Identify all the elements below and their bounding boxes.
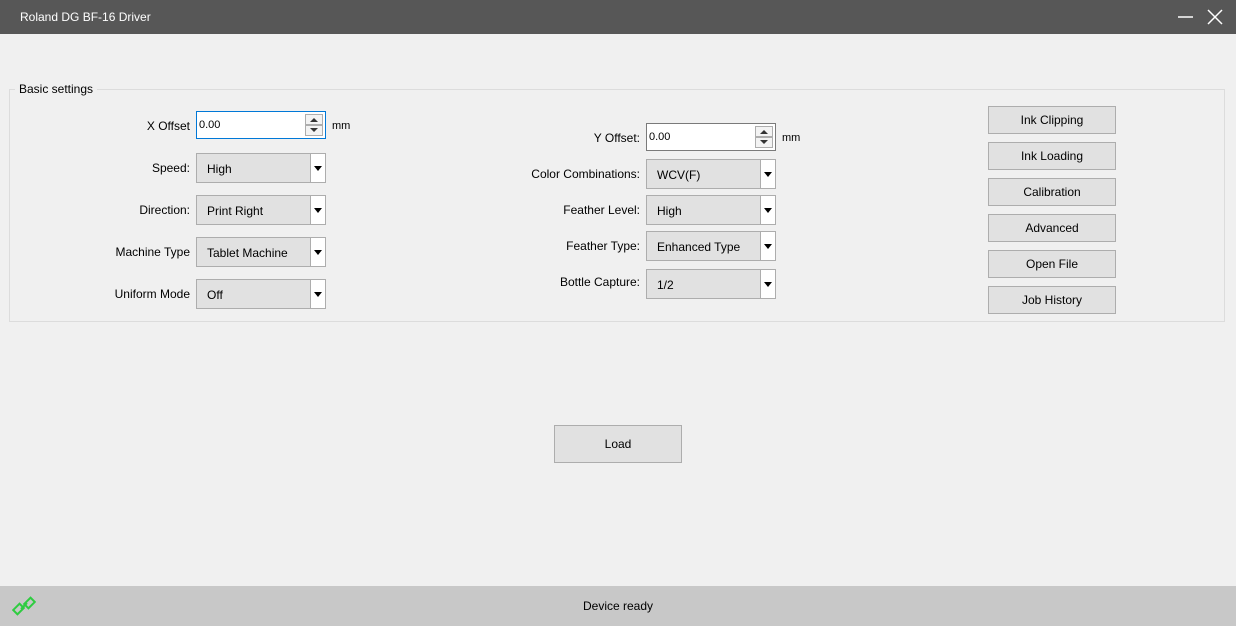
y-offset-unit: mm xyxy=(782,132,801,144)
x-offset-up-button[interactable] xyxy=(305,114,323,125)
arrow-down-icon xyxy=(760,140,768,144)
speed-label: Speed: xyxy=(151,161,190,175)
window-title: Roland DG BF-16 Driver xyxy=(20,10,151,24)
close-button[interactable] xyxy=(1202,4,1228,30)
feather-level-value: High xyxy=(657,204,682,218)
arrow-down-icon xyxy=(310,128,318,132)
chevron-down-icon xyxy=(764,208,772,213)
minimize-button[interactable] xyxy=(1172,4,1198,30)
open-file-button[interactable]: Open File xyxy=(988,250,1116,278)
status-bar: Device ready xyxy=(0,586,1236,626)
y-offset-down-button[interactable] xyxy=(755,137,773,148)
ink-clipping-button[interactable]: Ink Clipping xyxy=(988,106,1116,134)
feather-type-label: Feather Type: xyxy=(566,239,640,253)
uniform-mode-label: Uniform Mode xyxy=(114,287,190,301)
uniform-mode-dropdown[interactable]: Off xyxy=(196,279,326,309)
color-combinations-value: WCV(F) xyxy=(657,168,701,182)
ink-loading-button[interactable]: Ink Loading xyxy=(988,142,1116,170)
job-history-button[interactable]: Job History xyxy=(988,286,1116,314)
speed-value: High xyxy=(207,162,232,176)
bottle-capture-dropdown[interactable]: 1/2 xyxy=(646,269,776,299)
chevron-down-icon xyxy=(314,208,322,213)
link-icon xyxy=(12,596,36,616)
color-combinations-label: Color Combinations: xyxy=(531,167,640,181)
machine-type-dropdown[interactable]: Tablet Machine xyxy=(196,237,326,267)
machine-type-label: Machine Type xyxy=(115,245,191,259)
arrow-up-icon xyxy=(760,130,768,134)
y-offset-spinner[interactable] xyxy=(646,123,776,151)
direction-label: Direction: xyxy=(139,203,190,217)
title-bar: Roland DG BF-16 Driver xyxy=(0,0,1236,34)
bottle-capture-label: Bottle Capture: xyxy=(559,275,640,289)
chevron-down-icon xyxy=(314,250,322,255)
chevron-down-icon xyxy=(764,172,772,177)
minimize-icon xyxy=(1178,16,1193,18)
calibration-button[interactable]: Calibration xyxy=(988,178,1116,206)
y-offset-up-button[interactable] xyxy=(755,126,773,137)
advanced-button[interactable]: Advanced xyxy=(988,214,1116,242)
y-offset-label: Y Offset: xyxy=(593,131,640,145)
color-combinations-dropdown[interactable]: WCV(F) xyxy=(646,159,776,189)
speed-dropdown[interactable]: High xyxy=(196,153,326,183)
chevron-down-icon xyxy=(764,282,772,287)
chevron-down-icon xyxy=(314,166,322,171)
feather-type-value: Enhanced Type xyxy=(657,240,741,254)
x-offset-input[interactable] xyxy=(199,117,299,133)
direction-dropdown[interactable]: Print Right xyxy=(196,195,326,225)
feather-type-dropdown[interactable]: Enhanced Type xyxy=(646,231,776,261)
y-offset-input[interactable] xyxy=(649,129,749,145)
load-button[interactable]: Load xyxy=(554,425,682,463)
x-offset-label: X Offset xyxy=(146,119,190,133)
x-offset-down-button[interactable] xyxy=(305,125,323,136)
chevron-down-icon xyxy=(764,244,772,249)
close-icon xyxy=(1207,9,1223,25)
uniform-mode-value: Off xyxy=(207,288,223,302)
feather-level-dropdown[interactable]: High xyxy=(646,195,776,225)
bottle-capture-value: 1/2 xyxy=(657,278,674,292)
direction-value: Print Right xyxy=(207,204,264,218)
feather-level-label: Feather Level: xyxy=(563,203,640,217)
x-offset-spinner[interactable] xyxy=(196,111,326,139)
machine-type-value: Tablet Machine xyxy=(207,246,288,260)
status-text: Device ready xyxy=(582,599,654,613)
chevron-down-icon xyxy=(314,292,322,297)
arrow-up-icon xyxy=(310,118,318,122)
group-title: Basic settings xyxy=(15,82,98,96)
x-offset-unit: mm xyxy=(332,120,351,132)
